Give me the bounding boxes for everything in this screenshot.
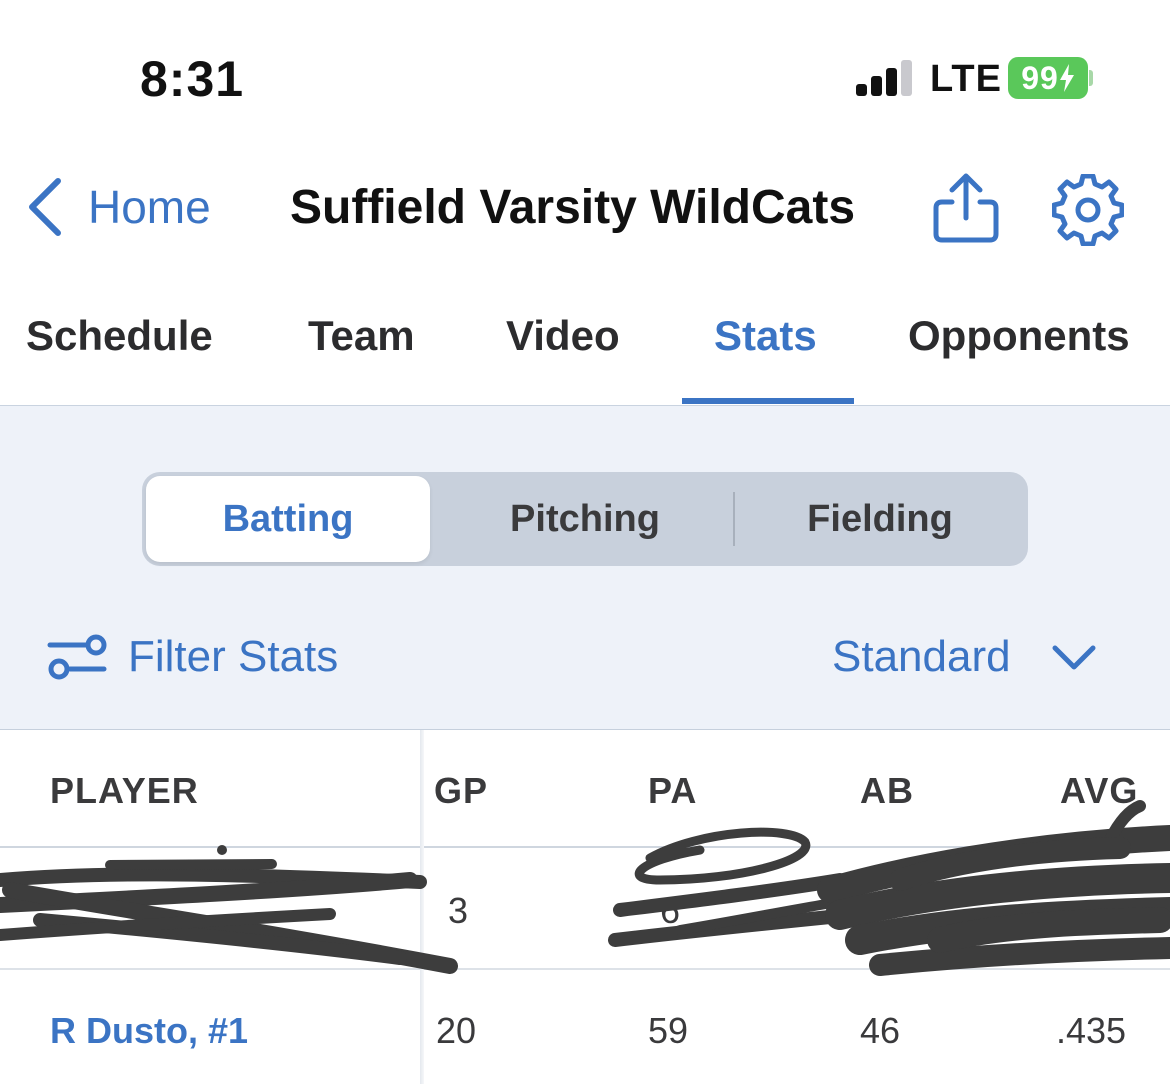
segment-fielding[interactable]: Fielding — [736, 476, 1024, 562]
column-header-player[interactable]: PLAYER — [50, 770, 199, 812]
tab-opponents[interactable]: Opponents — [908, 312, 1130, 360]
back-label: Home — [88, 181, 211, 233]
signal-icon — [856, 58, 912, 96]
network-label: LTE — [930, 58, 1002, 100]
chevron-down-icon — [1052, 645, 1096, 670]
column-header-pa[interactable]: PA — [648, 770, 697, 812]
column-header-ab[interactable]: AB — [860, 770, 914, 812]
back-button[interactable]: Home — [22, 172, 211, 242]
active-tab-indicator — [682, 398, 854, 404]
status-time: 8:31 — [140, 51, 245, 107]
nav-header: Home Suffield Varsity WildCats — [0, 150, 1170, 270]
battery-icon: 99 — [1008, 57, 1088, 99]
chevron-left-icon — [29, 178, 61, 236]
stat-pa: 6 — [660, 890, 681, 931]
stat-pa: 59 — [648, 1010, 689, 1051]
stat-avg: .435 — [1056, 1010, 1127, 1051]
stats-filter-panel: Batting Pitching Fielding Filter Stats S… — [0, 406, 1170, 730]
filter-stats-label: Filter Stats — [128, 632, 339, 681]
tab-video[interactable]: Video — [506, 312, 620, 360]
charging-bolt-icon — [1059, 64, 1074, 92]
stat-view-dropdown[interactable]: Standard — [832, 628, 1097, 686]
segment-divider — [733, 492, 735, 546]
sliders-icon — [47, 634, 107, 680]
tab-stats[interactable]: Stats — [714, 312, 817, 360]
segment-batting[interactable]: Batting — [146, 476, 430, 562]
tab-bar: Schedule Team Video Stats Opponents — [0, 290, 1170, 406]
stats-type-segmented-control: Batting Pitching Fielding — [142, 472, 1028, 566]
battery-level: 99 — [1021, 59, 1059, 96]
page-title: Suffield Varsity WildCats — [290, 181, 856, 234]
tab-schedule[interactable]: Schedule — [26, 312, 213, 360]
table-row[interactable]: 3 6 — [0, 848, 1170, 968]
column-header-avg[interactable]: AVG — [1060, 770, 1138, 812]
table-row[interactable]: R Dusto, #1 20 59 46 .435 — [0, 970, 1170, 1084]
stat-gp: 3 — [448, 890, 469, 931]
stat-view-label: Standard — [832, 632, 1011, 681]
filter-stats-button[interactable]: Filter Stats — [46, 628, 338, 686]
column-header-gp[interactable]: GP — [434, 770, 488, 812]
battery-tip — [1089, 70, 1093, 86]
player-name[interactable]: R Dusto, #1 — [50, 1010, 248, 1052]
stat-ab: 46 — [860, 1010, 901, 1051]
status-bar: 8:31 LTE 99 — [0, 0, 1170, 130]
frozen-column-divider — [420, 730, 424, 1084]
share-icon[interactable] — [928, 172, 1004, 244]
gear-icon[interactable] — [1052, 174, 1124, 246]
tab-team[interactable]: Team — [308, 312, 415, 360]
batting-stats-table: PLAYER GP PA AB AVG 3 6 R Dusto, #1 20 5… — [0, 730, 1170, 1084]
segment-pitching[interactable]: Pitching — [438, 476, 732, 562]
stat-gp: 20 — [436, 1010, 477, 1051]
